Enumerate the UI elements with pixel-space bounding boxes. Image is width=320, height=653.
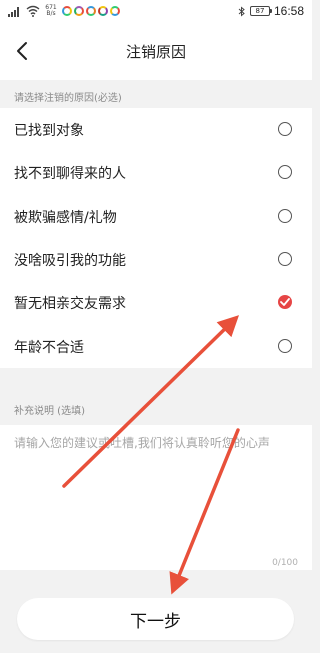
supplement-textarea[interactable] [14,433,300,543]
app-notification-icon [110,6,120,16]
radio-button[interactable] [278,252,292,266]
reason-label: 找不到聊得来的人 [14,166,126,182]
reason-label: 已找到对象 [14,123,84,139]
page-title: 注销原因 [125,43,186,61]
app-header: 注销原因 [0,22,312,80]
reason-option[interactable]: 已找到对象 [0,108,312,151]
status-bar-right: 87 16:58 [238,4,304,18]
wifi-icon [26,5,40,17]
radio-button[interactable] [278,122,292,136]
supplement-box: 0/100 [0,425,312,570]
bluetooth-icon [238,5,245,17]
reason-label: 年龄不合适 [14,340,84,356]
status-bar-left: 671 B/s [8,4,120,18]
reason-list: 已找到对象 找不到聊得来的人 被欺骗感情/礼物 没啥吸引我的功能 暂无相亲交友需… [0,108,312,368]
network-speed: 671 B/s [45,4,57,17]
status-bar: 671 B/s 87 16:58 [0,0,312,22]
app-notification-icon [98,6,108,16]
status-time: 16:58 [273,4,304,18]
reason-option[interactable]: 暂无相亲交友需求 [0,281,312,324]
supplement-section-label: 补充说明 (选填) [14,406,85,417]
reason-option[interactable]: 年龄不合适 [0,325,312,368]
reason-label: 暂无相亲交友需求 [14,296,126,312]
radio-button-selected[interactable] [278,295,292,309]
notification-icons [62,6,120,16]
app-notification-icon [74,6,84,16]
character-counter: 0/100 [272,558,298,568]
reason-option[interactable]: 找不到聊得来的人 [0,151,312,194]
reasons-section-label: 请选择注销的原因(必选) [14,93,122,104]
battery-icon: 87 [249,6,272,16]
next-step-button[interactable]: 下一步 [17,598,294,640]
reason-option[interactable]: 没啥吸引我的功能 [0,238,312,281]
signal-icon [8,7,19,17]
radio-button[interactable] [278,165,292,179]
radio-button[interactable] [278,209,292,223]
reason-label: 没啥吸引我的功能 [14,253,126,269]
reason-option[interactable]: 被欺骗感情/礼物 [0,195,312,238]
radio-button[interactable] [278,339,292,353]
app-notification-icon [86,6,96,16]
app-notification-icon [62,6,72,16]
checkmark-icon [280,298,290,306]
reason-label: 被欺骗感情/礼物 [14,210,117,226]
